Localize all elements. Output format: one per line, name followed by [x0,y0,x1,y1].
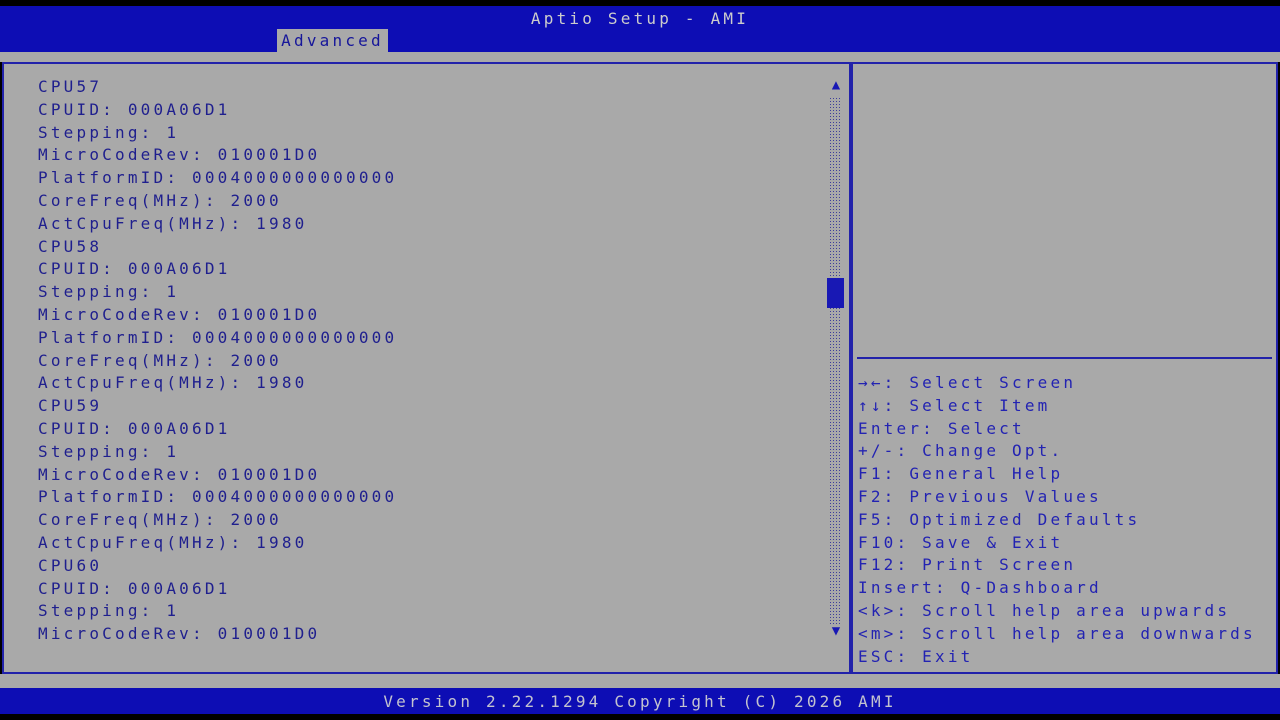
cpu-info-line: ActCpuFreq(MHz): 1980 [38,213,308,233]
help-key-line: +/-: Change Opt. [858,441,1064,461]
cpu-info-line: CoreFreq(MHz): 2000 [38,190,282,210]
cpu-info-line: CPU60 [38,555,103,575]
help-key-line: ESC: Exit [858,646,974,666]
help-key-line: ↑↓: Select Item [858,395,1051,415]
cpu-info-line: Stepping: 1 [38,441,180,461]
cpu-info-line: Stepping: 1 [38,601,180,621]
footer-bar: Version 2.22.1294 Copyright (C) 2026 AMI [0,688,1280,714]
menu-strip [0,52,1280,62]
cpu-info-line: CPU59 [38,396,103,416]
cpu-info-line: ActCpuFreq(MHz): 1980 [38,373,308,393]
cpu-info-line: Stepping: 1 [38,282,180,302]
cpu-info-line: CPUID: 000A06D1 [38,578,231,598]
cpu-info-line: PlatformID: 0004000000000000 [38,168,398,188]
help-key-line: F10: Save & Exit [858,532,1064,552]
cpu-info-line: CPU57 [38,77,103,96]
cpu-info-line: MicroCodeRev: 010001D0 [38,304,321,324]
help-key-line: F2: Previous Values [858,486,1102,506]
help-key-line: →←: Select Screen [858,373,1077,392]
cpu-info-line: CoreFreq(MHz): 2000 [38,350,282,370]
key-legend-list: →←: Select Screen ↑↓: Select Item Enter: S… [853,359,1276,672]
help-key-line: Enter: Select [858,418,1025,438]
cpu-info-line: CPUID: 000A06D1 [38,418,231,438]
cpu-info-panel: CPU57 CPUID: 000A06D1 Stepping: 1 MicroCode… [2,62,851,674]
scrollbar-track[interactable] [829,97,842,625]
up-arrow-icon[interactable]: ▲ [826,78,846,92]
help-key-line: F5: Optimized Defaults [858,509,1141,529]
cpu-info-line: ActCpuFreq(MHz): 1980 [38,532,308,552]
help-key-line: F1: General Help [858,464,1064,484]
version-text: Version 2.22.1294 Copyright (C) 2026 AMI [383,692,897,711]
cpu-info-list: CPU57 CPUID: 000A06D1 Stepping: 1 MicroCode… [4,64,849,646]
help-key-line: Insert: Q-Dashboard [858,578,1102,598]
cpu-info-line: PlatformID: 0004000000000000 [38,487,398,507]
bios-setup-screen: Aptio Setup - AMI Advanced CPU57 CPUID: 0… [0,0,1280,720]
help-key-line: <k>: Scroll help area upwards [858,600,1231,620]
scrollbar-thumb[interactable] [827,278,844,308]
cpu-info-line: CPUID: 000A06D1 [38,259,231,279]
page-title: Aptio Setup - AMI [530,9,750,28]
cpu-info-line: PlatformID: 0004000000000000 [38,327,398,347]
cpu-info-line: CPUID: 000A06D1 [38,99,231,119]
help-key-line: F12: Print Screen [858,555,1077,575]
footer-strip [0,674,1280,688]
help-panel: →←: Select Screen ↑↓: Select Item Enter: S… [851,62,1278,674]
header-bar: Aptio Setup - AMI [0,6,1280,52]
cpu-info-line: CPU58 [38,236,103,256]
down-arrow-icon[interactable]: ▼ [826,624,846,638]
help-key-line: <m>: Scroll help area downwards [858,623,1256,643]
item-help-area [853,64,1276,357]
cpu-info-line: MicroCodeRev: 010001D0 [38,464,321,484]
cpu-info-line: CoreFreq(MHz): 2000 [38,510,282,530]
cpu-info-line: MicroCodeRev: 010001D0 [38,145,321,165]
cpu-info-line: MicroCodeRev: 010001D0 [38,624,321,644]
tab-advanced[interactable]: Advanced [277,29,388,52]
cpu-info-line: Stepping: 1 [38,122,180,142]
